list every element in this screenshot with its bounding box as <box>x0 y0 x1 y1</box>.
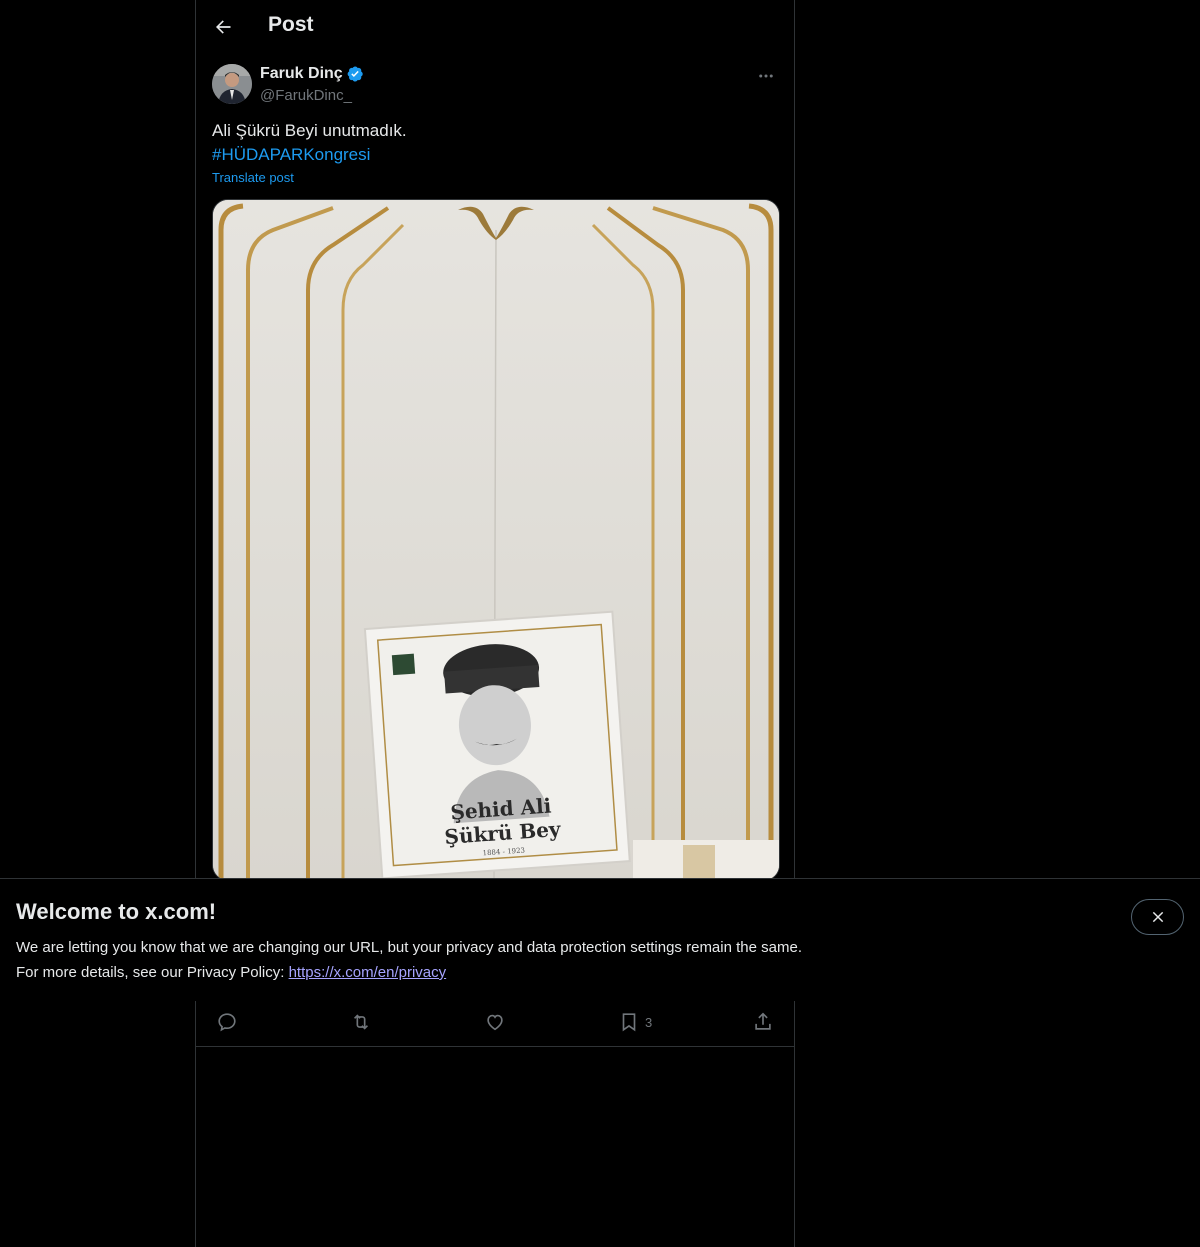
top-bar: Post <box>196 0 794 53</box>
page-title: Post <box>268 13 314 36</box>
banner-text: We are letting you know that we are chan… <box>16 935 1016 985</box>
reply-icon <box>218 1013 236 1032</box>
avatar[interactable] <box>212 64 252 104</box>
banner-title: Welcome to x.com! <box>16 899 217 924</box>
post-text-line: Ali Şükrü Beyi unutmadık. <box>212 121 407 140</box>
repost-button[interactable] <box>350 1010 372 1034</box>
banner-line1: We are letting you know that we are chan… <box>16 939 802 956</box>
verified-badge-icon <box>347 66 363 82</box>
bookmark-icon <box>622 1013 636 1032</box>
author-handle[interactable]: @FarukDinc_ <box>260 87 352 104</box>
share-icon <box>755 1012 771 1030</box>
more-options-button[interactable] <box>754 64 778 88</box>
avatar-image <box>212 64 252 104</box>
heart-icon <box>487 1014 503 1031</box>
primary-column: Post Faruk Dinç @FarukDinc_ Ali Şükrü Be… <box>195 0 795 1247</box>
privacy-policy-link[interactable]: https://x.com/en/privacy <box>289 964 447 981</box>
author-name-text: Faruk Dinç <box>260 65 343 82</box>
translate-post-link[interactable]: Translate post <box>212 170 294 185</box>
banner-line2-prefix: For more details, see our Privacy Policy… <box>16 964 289 981</box>
share-button[interactable] <box>752 1010 774 1034</box>
author-name[interactable]: Faruk Dinç <box>260 65 364 83</box>
post-author: Faruk Dinç @FarukDinc_ <box>212 64 778 108</box>
reply-button[interactable] <box>216 1010 238 1034</box>
close-banner-button[interactable] <box>1131 899 1184 935</box>
bookmark-button[interactable]: 3 <box>618 1010 652 1034</box>
back-button[interactable] <box>206 10 240 44</box>
post-media-image[interactable]: Şehid Ali Şükrü Bey 1884 - 1923 <box>212 199 780 881</box>
bookmark-count: 3 <box>645 1014 653 1030</box>
post-text: Ali Şükrü Beyi unutmadık. #HÜDAPARKongre… <box>212 119 778 167</box>
welcome-banner: Welcome to x.com! We are letting you kno… <box>0 878 1200 1001</box>
hashtag-link[interactable]: #HÜDAPARKongresi <box>212 143 778 167</box>
close-icon <box>1152 911 1163 923</box>
repost-icon <box>353 1014 369 1030</box>
arrow-left-icon <box>216 20 231 34</box>
post-actions-bar: 3 <box>196 1000 794 1047</box>
more-horizontal-icon <box>759 74 773 78</box>
banner-line2: For more details, see our Privacy Policy… <box>16 960 1016 985</box>
like-button[interactable] <box>484 1010 506 1034</box>
media-photo: Şehid Ali Şükrü Bey 1884 - 1923 <box>213 200 779 880</box>
